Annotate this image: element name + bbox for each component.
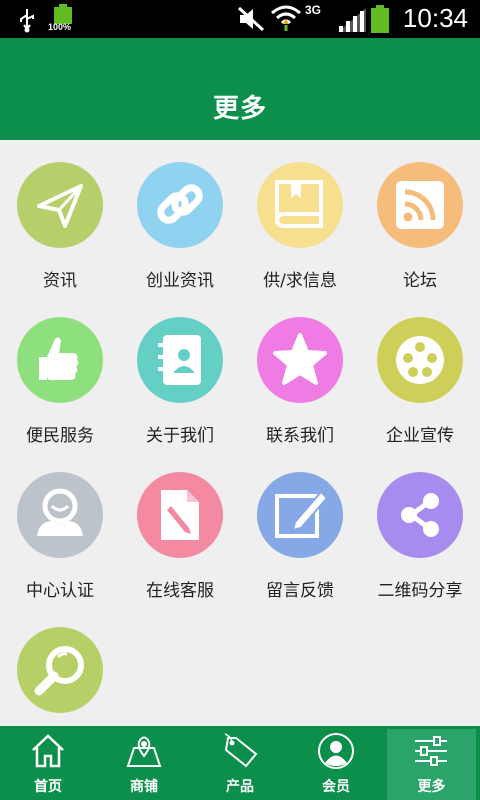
grid-item-label: 论坛 <box>403 271 437 291</box>
page-header: 更多 <box>0 38 480 140</box>
battery-icon <box>54 4 72 24</box>
thumbs-up-icon <box>39 337 79 380</box>
grid-item-forum[interactable]: 论坛 <box>360 140 480 291</box>
edit-note-icon <box>275 490 329 538</box>
grid-item-news[interactable]: 资讯 <box>0 140 120 291</box>
grid-item-feedback[interactable]: 留言反馈 <box>240 450 360 601</box>
tab-stores[interactable]: 商铺 <box>96 726 192 800</box>
feature-grid: 资讯 创业资讯 供/求信息 论坛 便民服务 关于我们 联系我们 企业宣传 中心认… <box>0 140 480 726</box>
grid-item-label: 创业资讯 <box>146 271 214 291</box>
grid-item-startup-news[interactable]: 创业资讯 <box>120 140 240 291</box>
signal-icon <box>338 8 366 32</box>
grid-item-qr-share[interactable]: 二维码分享 <box>360 450 480 601</box>
star-icon <box>273 333 327 385</box>
tab-label: 产品 <box>226 779 254 795</box>
tab-label: 会员 <box>322 779 350 795</box>
tab-label: 更多 <box>417 779 446 795</box>
wifi-icon <box>271 5 301 31</box>
rss-icon <box>396 181 444 229</box>
tab-label: 首页 <box>34 779 62 795</box>
grid-item-label: 资讯 <box>43 271 77 291</box>
user-icon <box>37 488 83 536</box>
tab-products[interactable]: 产品 <box>192 726 288 800</box>
grid-item-label: 二维码分享 <box>377 581 463 601</box>
grid-item-label: 便民服务 <box>26 426 94 446</box>
usb-icon <box>20 9 34 33</box>
film-reel-icon <box>396 336 444 384</box>
network-type: 3G <box>305 3 322 17</box>
page-title: 更多 <box>212 94 267 124</box>
grid-item-label: 在线客服 <box>146 581 214 601</box>
chain-link-icon <box>157 184 203 224</box>
grid-item-contact-us[interactable]: 联系我们 <box>240 295 360 446</box>
member-avatar-icon <box>318 733 354 769</box>
tab-label: 商铺 <box>130 779 158 795</box>
grid-item-promotion[interactable]: 企业宣传 <box>360 295 480 446</box>
tab-home[interactable]: 首页 <box>0 726 96 800</box>
grid-item-label: 企业宣传 <box>386 426 454 446</box>
grid-item-services[interactable]: 便民服务 <box>0 295 120 446</box>
tab-members[interactable]: 会员 <box>288 726 384 800</box>
share-icon <box>401 493 439 537</box>
clock: 10:34 <box>402 3 468 33</box>
tab-more[interactable]: 更多 <box>387 729 476 800</box>
grid-item-label: 留言反馈 <box>266 581 334 601</box>
grid-item-certification[interactable]: 中心认证 <box>0 450 120 601</box>
battery-percent: 100% <box>48 22 72 32</box>
home-icon <box>32 734 64 768</box>
sliders-icon <box>415 736 447 766</box>
paper-plane-icon <box>37 184 83 228</box>
grid-item-online-service[interactable]: 在线客服 <box>120 450 240 601</box>
map-store-icon <box>126 736 162 767</box>
grid-item-label: 联系我们 <box>266 426 334 446</box>
bottom-tab-bar: 首页 商铺 产品 会员 更多 <box>0 726 480 800</box>
grid-item-label: 供/求信息 <box>263 271 337 291</box>
sale-tag-icon <box>224 733 258 768</box>
book-icon <box>275 180 323 228</box>
battery-level-icon <box>371 5 389 33</box>
grid-item-about-us[interactable]: 关于我们 <box>120 295 240 446</box>
grid-item-label: 中心认证 <box>26 581 94 601</box>
mute-icon <box>237 6 265 32</box>
status-bar: 100% 3G 10:34 <box>0 0 480 38</box>
magnifier-icon <box>34 646 84 696</box>
document-pencil-icon <box>161 490 199 540</box>
contacts-book-icon <box>158 335 201 385</box>
grid-item-label: 关于我们 <box>146 426 214 446</box>
grid-item-supply-demand[interactable]: 供/求信息 <box>240 140 360 291</box>
